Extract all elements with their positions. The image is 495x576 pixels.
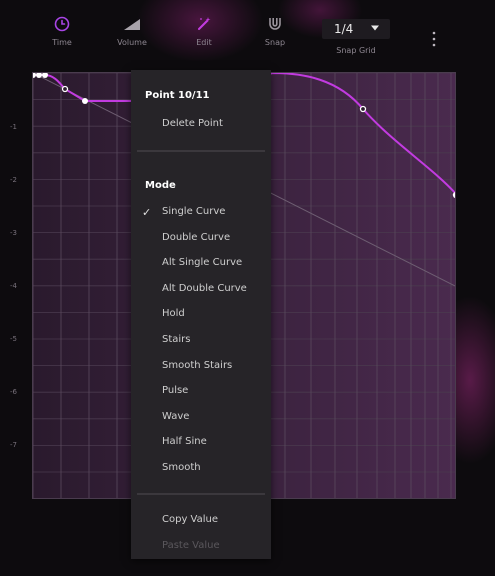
mode-item-pulse[interactable]: Pulse <box>162 385 188 396</box>
y-tick-label: -1 <box>10 123 17 131</box>
edit-tool[interactable]: Edit <box>169 16 239 47</box>
edit-label: Edit <box>196 38 212 47</box>
y-tick-label: -6 <box>10 388 17 396</box>
curve-handle[interactable] <box>61 85 69 93</box>
snap-tool[interactable]: Snap <box>240 16 310 47</box>
mode-item-hold[interactable]: Hold <box>162 308 185 319</box>
curve-point[interactable] <box>82 98 88 104</box>
volume-label: Volume <box>117 38 147 47</box>
volume-tool[interactable]: Volume <box>97 16 167 47</box>
snap-label: Snap <box>264 38 286 47</box>
magnet-icon <box>269 18 281 30</box>
snap-grid-dropdown[interactable]: 1/4 <box>322 19 390 39</box>
snap-grid-value: 1/4 <box>334 22 354 36</box>
curve-handle[interactable] <box>359 105 367 113</box>
y-tick-label: -5 <box>10 335 17 343</box>
snap-grid-label: Snap Grid <box>336 46 376 55</box>
delete-point-item[interactable]: Delete Point <box>162 118 223 129</box>
time-tool[interactable]: Time <box>27 16 97 47</box>
menu-divider <box>137 493 265 495</box>
mode-item-alt-double-curve[interactable]: Alt Double Curve <box>162 283 247 294</box>
more-options-icon[interactable] <box>428 30 440 48</box>
mode-item-single-curve[interactable]: Single Curve <box>162 206 225 217</box>
point-header: Point 10/11 <box>145 90 210 101</box>
caret-down-icon <box>371 25 379 31</box>
mode-item-smooth-stairs[interactable]: Smooth Stairs <box>162 360 232 371</box>
time-label: Time <box>52 38 72 47</box>
mode-item-stairs[interactable]: Stairs <box>162 334 191 345</box>
mode-item-half-sine[interactable]: Half Sine <box>162 436 207 447</box>
clock-icon <box>54 16 70 32</box>
y-tick-label: -2 <box>10 176 17 184</box>
mode-header: Mode <box>145 180 176 191</box>
copy-value-item[interactable]: Copy Value <box>162 514 218 525</box>
volume-ramp-icon <box>124 19 140 30</box>
y-tick-label: -4 <box>10 282 17 290</box>
y-tick-label: -3 <box>10 229 17 237</box>
point-context-menu: Point 10/11 Delete Point Mode ✓ Single C… <box>131 70 271 559</box>
toolbar: Time Volume Edit Snap 1/4 Snap Grid <box>0 0 495 66</box>
checkmark-icon: ✓ <box>142 206 152 219</box>
mode-item-double-curve[interactable]: Double Curve <box>162 232 230 243</box>
paste-value-item: Paste Value <box>162 540 220 551</box>
mode-item-smooth[interactable]: Smooth <box>162 462 201 473</box>
mode-item-wave[interactable]: Wave <box>162 411 189 422</box>
automation-editor: Time Volume Edit Snap 1/4 Snap Grid -1 -… <box>0 0 495 576</box>
y-tick-label: -7 <box>10 441 17 449</box>
mode-item-alt-single-curve[interactable]: Alt Single Curve <box>162 257 242 268</box>
menu-divider <box>137 150 265 152</box>
magic-wand-icon <box>198 17 211 30</box>
